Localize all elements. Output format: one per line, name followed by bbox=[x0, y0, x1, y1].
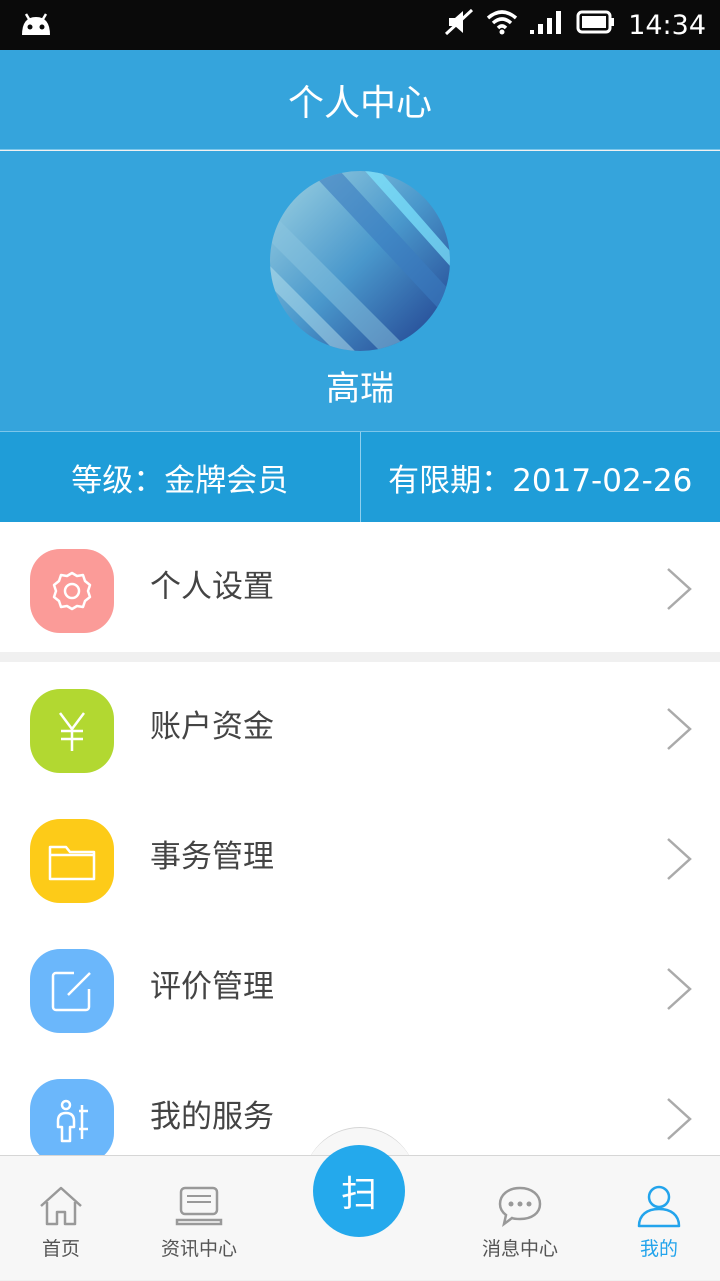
member-info-row: 等级：金牌会员 有限期：2017-02-26 bbox=[0, 431, 720, 522]
user-icon bbox=[635, 1184, 683, 1228]
status-time: 14:34 bbox=[628, 10, 706, 41]
menu-label: 个人设置 bbox=[150, 522, 274, 652]
gear-icon bbox=[30, 549, 114, 633]
yen-icon bbox=[30, 689, 114, 773]
message-icon bbox=[496, 1184, 544, 1228]
service-icon bbox=[30, 1079, 114, 1163]
chevron-right-icon bbox=[664, 567, 694, 611]
nav-news[interactable]: 资讯中心 bbox=[134, 1156, 264, 1281]
nav-label: 首页 bbox=[0, 1234, 126, 1261]
muted-icon bbox=[444, 8, 474, 43]
chevron-right-icon bbox=[664, 707, 694, 751]
android-icon bbox=[18, 9, 54, 41]
menu-item-personal-settings[interactable]: 个人设置 bbox=[0, 522, 720, 652]
nav-label: 消息中心 bbox=[455, 1234, 585, 1261]
avatar[interactable] bbox=[270, 171, 450, 351]
member-level: 等级：金牌会员 bbox=[0, 432, 360, 522]
menu-label: 评价管理 bbox=[150, 922, 274, 1052]
signal-icon bbox=[530, 9, 564, 42]
chevron-right-icon bbox=[664, 967, 694, 1011]
menu-item-account-funds[interactable]: 账户资金 bbox=[0, 662, 720, 792]
menu-item-affairs-management[interactable]: 事务管理 bbox=[0, 792, 720, 922]
nav-label: 我的 bbox=[594, 1234, 720, 1261]
battery-icon bbox=[576, 10, 616, 41]
scan-label: 扫 bbox=[341, 1165, 377, 1217]
scan-button[interactable]: 扫 bbox=[313, 1145, 405, 1237]
username: 高瑞 bbox=[0, 361, 720, 410]
computer-icon bbox=[175, 1184, 223, 1228]
page-header: 个人中心 bbox=[0, 50, 720, 150]
member-expiry: 有限期：2017-02-26 bbox=[360, 432, 720, 522]
nav-home[interactable]: 首页 bbox=[0, 1156, 126, 1281]
edit-icon bbox=[30, 949, 114, 1033]
home-icon bbox=[37, 1184, 85, 1228]
chevron-right-icon bbox=[664, 837, 694, 881]
wifi-icon bbox=[486, 9, 518, 42]
menu-label: 账户资金 bbox=[150, 662, 274, 792]
chevron-right-icon bbox=[664, 1097, 694, 1141]
folder-icon bbox=[30, 819, 114, 903]
nav-label: 资讯中心 bbox=[134, 1234, 264, 1261]
status-bar: 14:34 bbox=[0, 0, 720, 50]
menu-label: 事务管理 bbox=[150, 792, 274, 922]
nav-mine[interactable]: 我的 bbox=[594, 1156, 720, 1281]
profile-section: 高瑞 bbox=[0, 151, 720, 431]
page-title: 个人中心 bbox=[288, 74, 432, 126]
menu-item-review-management[interactable]: 评价管理 bbox=[0, 922, 720, 1052]
nav-messages[interactable]: 消息中心 bbox=[455, 1156, 585, 1281]
